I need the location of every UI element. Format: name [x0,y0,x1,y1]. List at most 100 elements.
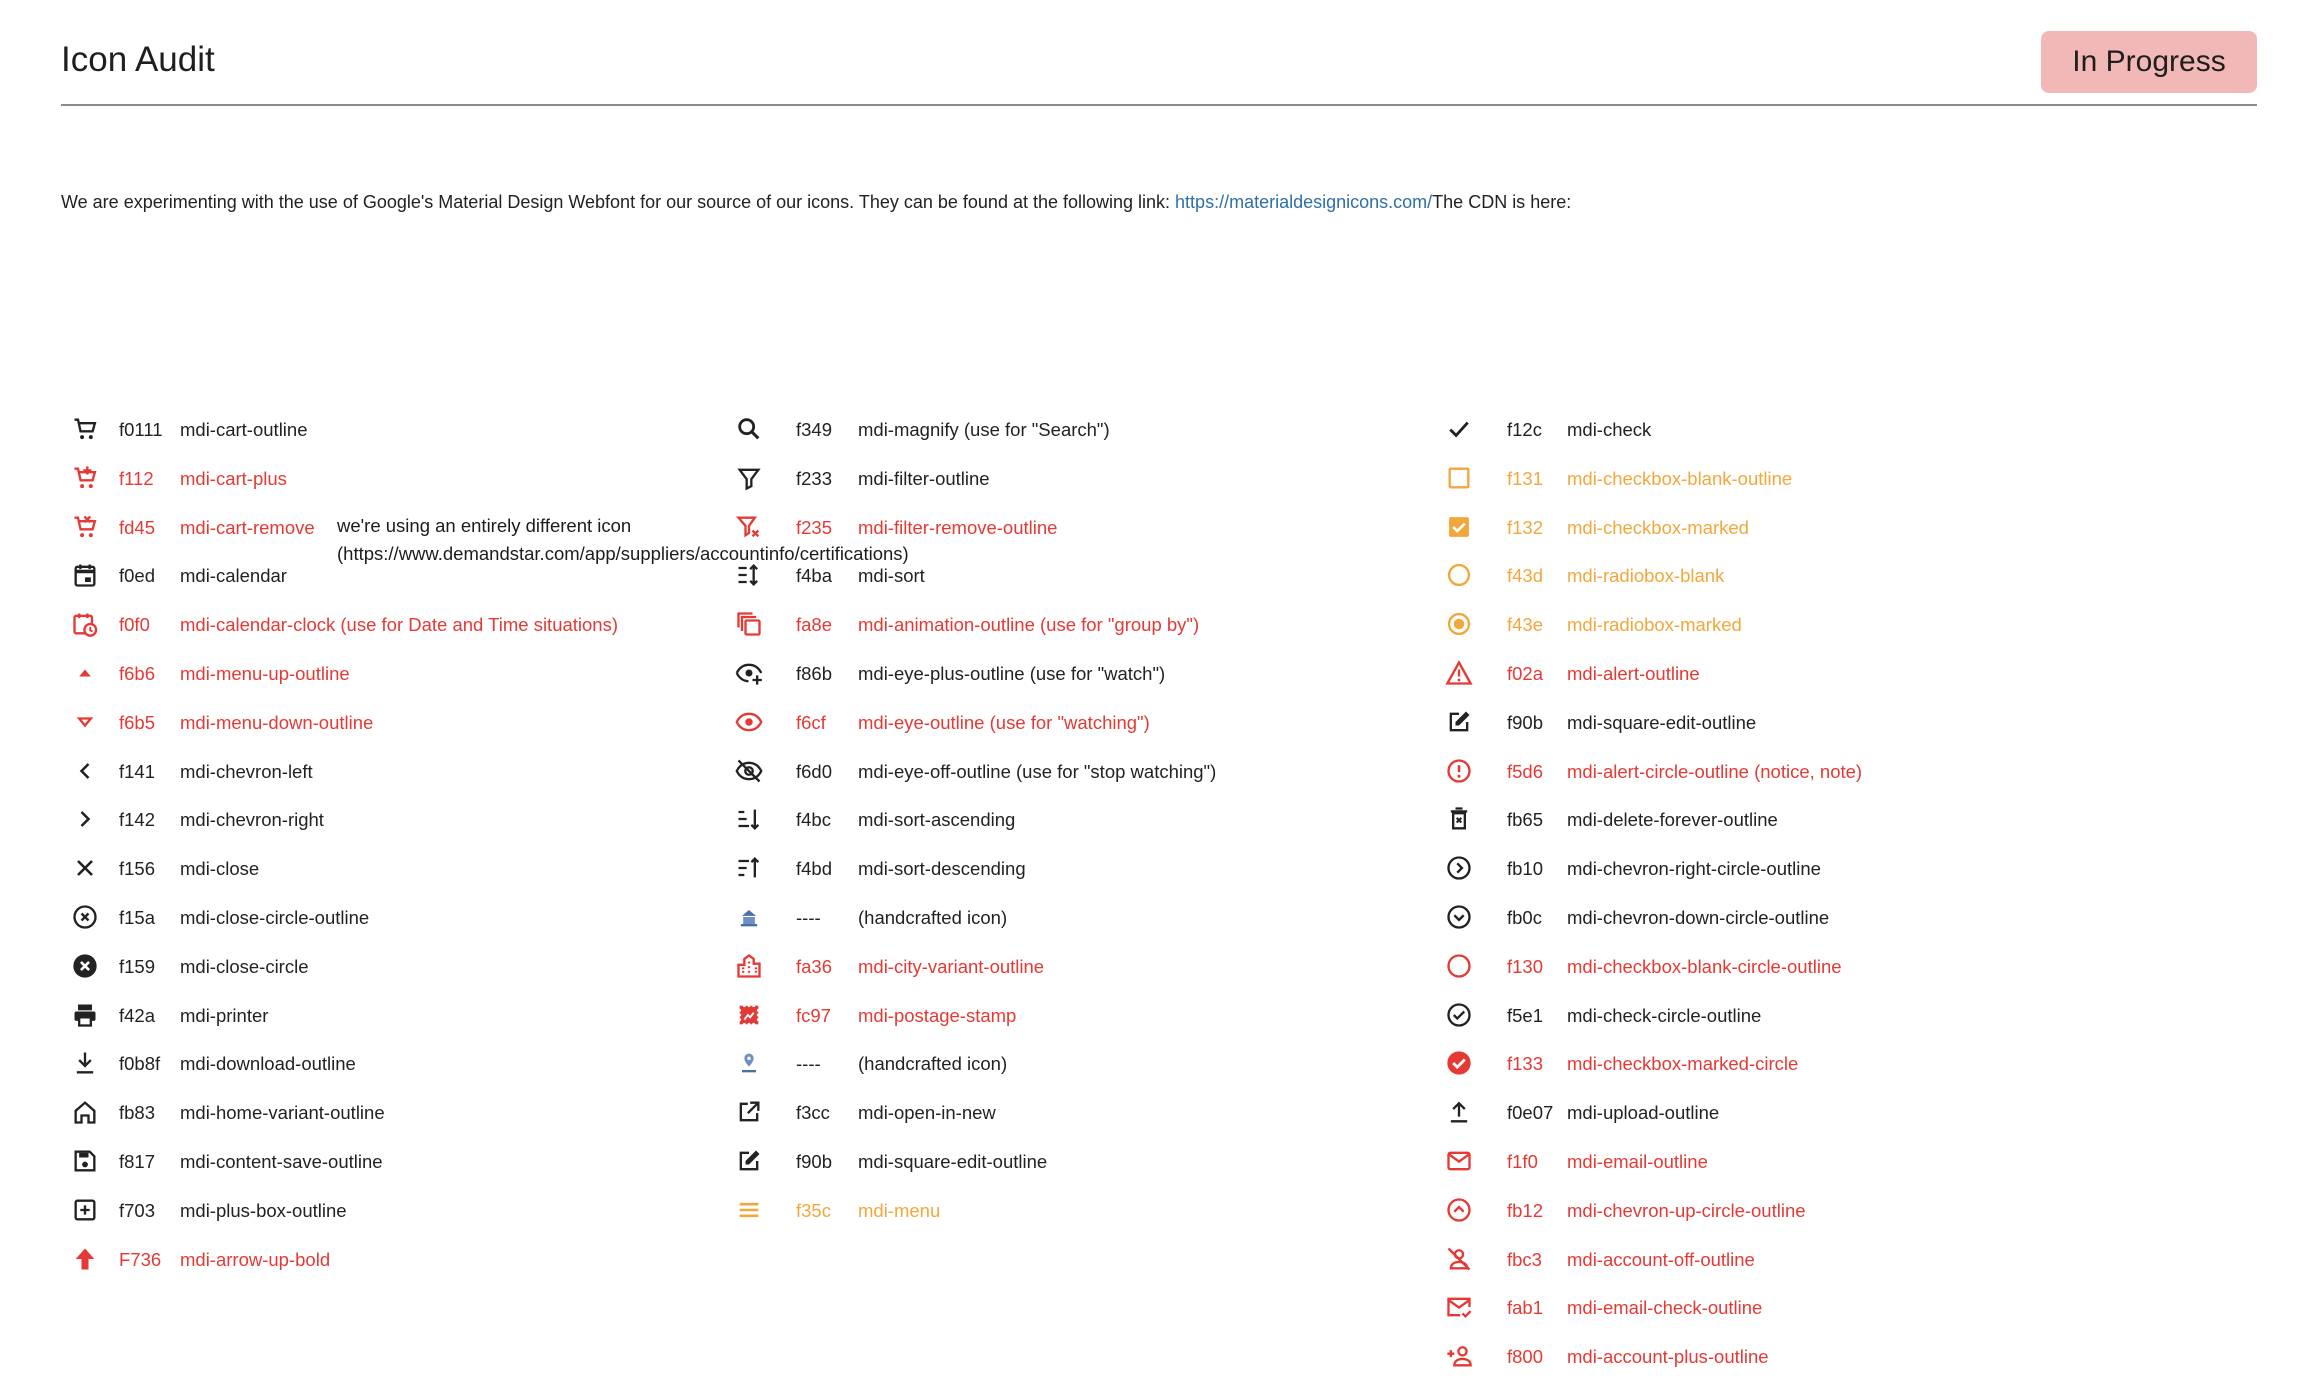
account-off-outline-icon [1442,1244,1476,1274]
icon-row: f132 mdi-checkbox-marked [1442,511,2142,560]
icon-code: fab1 [1507,1297,1544,1319]
upload-outline-icon [1442,1097,1476,1127]
calendar-icon [68,560,102,590]
icon-code: f0111 [119,419,163,440]
postage-stamp-icon [732,1000,766,1030]
menu-icon [732,1195,766,1225]
icon-row: f156 mdi-close [68,852,768,901]
icon-class-name: mdi-checkbox-marked [1567,516,1749,538]
icon-row: ---- (handcrafted icon) [732,1047,1432,1096]
icon-row: f4bc mdi-sort-ascending [732,803,1432,852]
filter-remove-outline-icon [732,512,766,542]
icon-class-name: mdi-upload-outline [1567,1102,1720,1124]
icon-row: f15a mdi-close-circle-outline [68,901,768,950]
icon-class-name: mdi-magnify (use for "Search") [858,419,1110,440]
icon-code: f3cc [796,1102,830,1124]
checkbox-marked-circle-icon [1442,1048,1476,1078]
icon-code: f349 [796,419,833,440]
icon-row: f0111 mdi-cart-outline [68,413,768,462]
plus-box-outline-icon [68,1195,102,1225]
icon-class-name: mdi-calendar [180,565,287,587]
content-save-outline-icon [68,1146,102,1176]
icon-code: f15a [119,906,156,928]
close-icon [68,853,102,883]
icon-code: f02a [1507,662,1544,684]
handcrafted-building-icon [732,902,766,932]
icon-code: f90b [1507,711,1544,733]
chevron-right-icon [68,804,102,834]
icon-code: f4bd [796,858,833,880]
icon-row: f0e07 mdi-upload-outline [1442,1096,2142,1145]
check-icon [1442,414,1476,444]
icon-class-name: mdi-sort-ascending [858,809,1016,831]
icon-code: f817 [119,1150,156,1172]
icon-row: f142 mdi-chevron-right [68,803,768,852]
intro-paragraph: We are experimenting with the use of Goo… [61,192,1571,213]
magnify-icon [732,414,766,444]
icon-code: fa8e [796,614,833,636]
icon-row: f349 mdi-magnify (use for "Search") [732,413,1432,462]
icon-class-name: mdi-sort [858,565,925,587]
icon-class-name: mdi-radiobox-marked [1567,614,1742,636]
icon-row: f6cf mdi-eye-outline (use for "watching") [732,706,1432,755]
icon-code: fbc3 [1507,1248,1542,1270]
icon-code: fb83 [119,1102,156,1124]
icon-code: f800 [1507,1346,1544,1368]
icon-row: f817 mdi-content-save-outline [68,1145,768,1194]
city-variant-outline-icon [732,951,766,981]
icon-class-name: mdi-alert-circle-outline (notice, note) [1567,760,1863,782]
icon-row: fa36 mdi-city-variant-outline [732,950,1432,999]
material-design-link[interactable]: https://materialdesignicons.com/ [1175,192,1432,212]
icon-class-name: mdi-square-edit-outline [858,1150,1048,1172]
eye-off-outline-icon [732,756,766,786]
filter-outline-icon [732,463,766,493]
icon-row: f112 mdi-cart-plus [68,462,768,511]
icon-class-name: mdi-eye-off-outline (use for "stop watch… [858,760,1217,782]
icon-code: f90b [796,1150,833,1172]
icon-code: f0ed [119,565,156,587]
icon-code: ---- [796,1053,821,1075]
sort-ascending-icon [732,804,766,834]
icon-row: fa8e mdi-animation-outline (use for "grou… [732,608,1432,657]
icon-class-name: mdi-chevron-down-circle-outline [1567,906,1830,928]
icon-row: f6b6 mdi-menu-up-outline [68,657,768,706]
icon-code: f6cf [796,711,826,733]
icon-code: f42a [119,1004,156,1026]
cart-plus-icon [68,463,102,493]
check-circle-outline-icon [1442,1000,1476,1030]
menu-down-outline-icon [68,707,102,737]
icon-row: f4ba mdi-sort [732,559,1432,608]
icon-class-name: mdi-menu-down-outline [180,711,374,733]
intro-suffix: The CDN is here: [1432,192,1572,212]
icon-code: f5e1 [1507,1004,1544,1026]
icon-class-name: mdi-content-save-outline [180,1150,383,1172]
icon-row: f90b mdi-square-edit-outline [732,1145,1432,1194]
icon-row: f159 mdi-close-circle [68,950,768,999]
icon-code: fb65 [1507,809,1544,831]
icon-row: f42a mdi-printer [68,999,768,1048]
icon-code: f4bc [796,809,831,831]
icon-code: f86b [796,662,833,684]
icon-code: f703 [119,1199,156,1221]
icon-code: f131 [1507,467,1544,489]
close-circle-outline-icon [68,902,102,932]
square-edit-outline-icon [732,1146,766,1176]
icon-class-name: mdi-account-off-outline [1567,1248,1755,1270]
icon-code: fb0c [1507,906,1542,928]
icon-class-name: mdi-arrow-up-bold [180,1248,331,1270]
icon-row: f5e1 mdi-check-circle-outline [1442,999,2142,1048]
icon-class-name: mdi-checkbox-marked-circle [1567,1053,1799,1075]
icon-code: fc97 [796,1004,831,1026]
icon-class-name: mdi-postage-stamp [858,1004,1017,1026]
icon-class-name: mdi-sort-descending [858,858,1026,880]
icon-code: f141 [119,760,156,782]
icon-row: f6b5 mdi-menu-down-outline [68,706,768,755]
icon-row: fb83 mdi-home-variant-outline [68,1096,768,1145]
icon-class-name: mdi-printer [180,1004,269,1026]
icon-code: f12c [1507,419,1542,440]
checkbox-blank-outline-icon [1442,463,1476,493]
icon-code: f0e07 [1507,1102,1554,1124]
icon-code: f142 [119,809,156,831]
icon-row: f86b mdi-eye-plus-outline (use for "watch… [732,657,1432,706]
icon-row: fb0c mdi-chevron-down-circle-outline [1442,901,2142,950]
